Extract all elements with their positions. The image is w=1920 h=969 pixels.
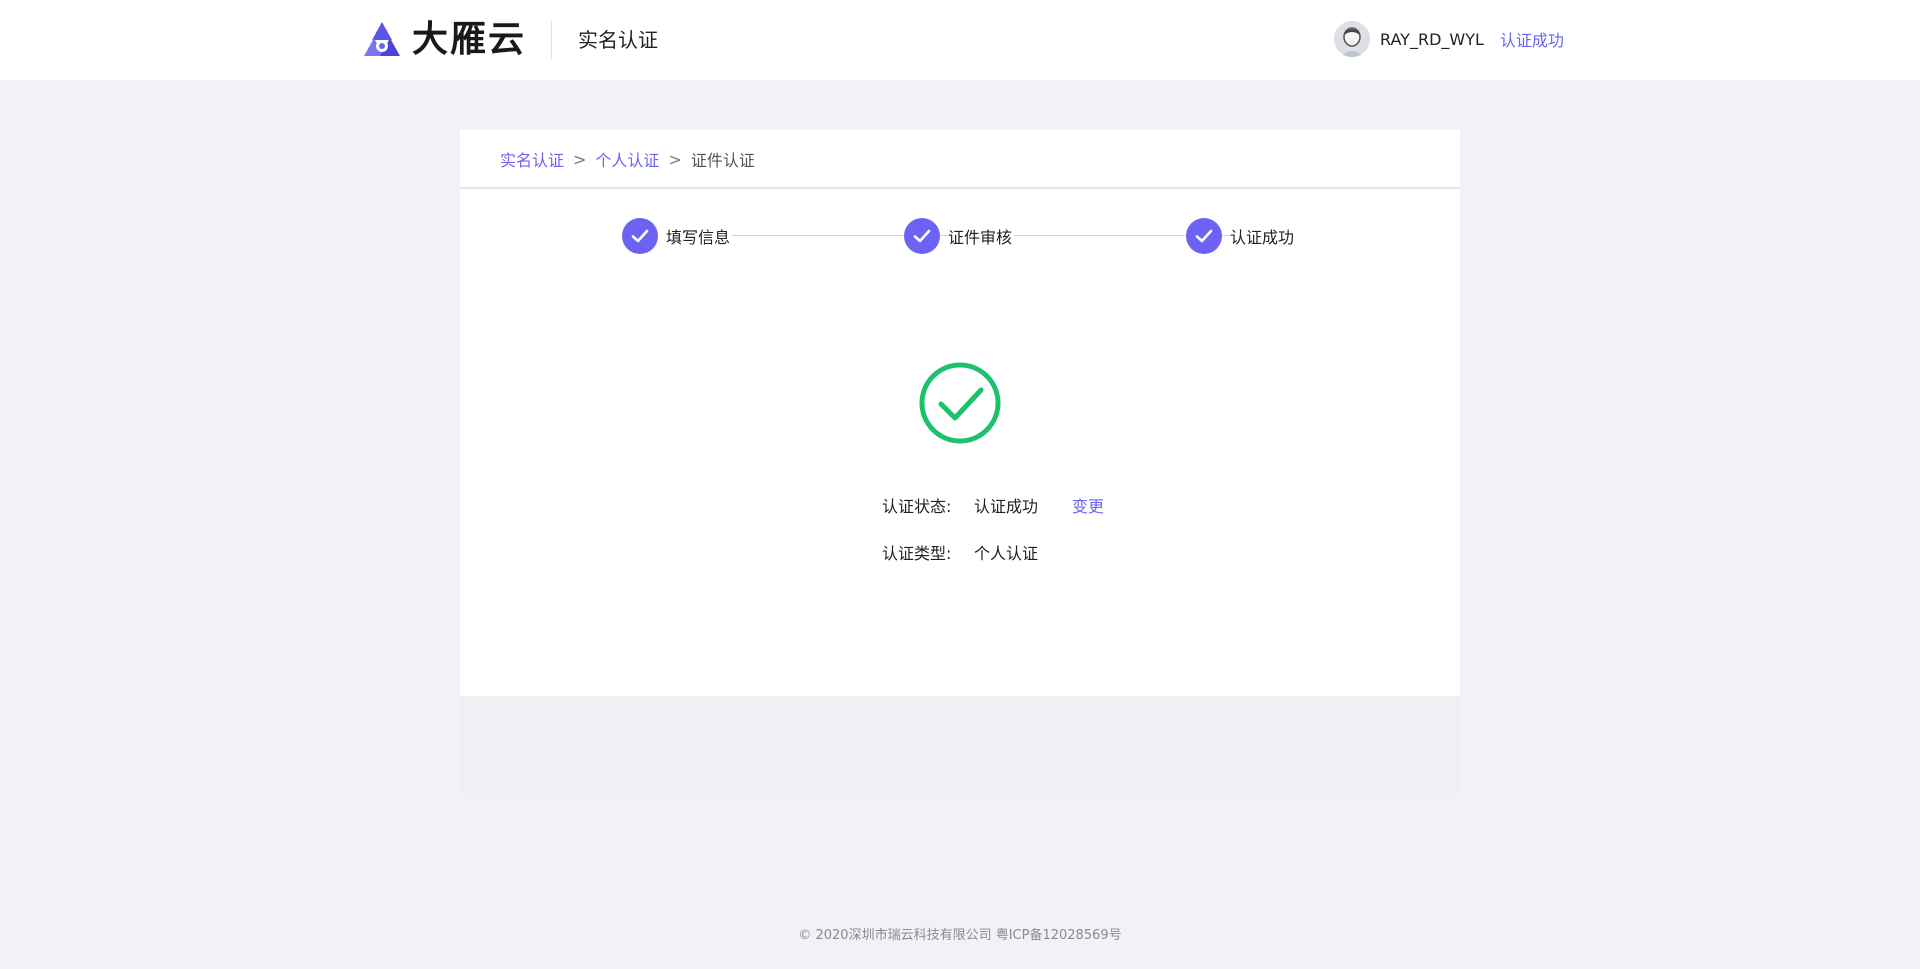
brand-name: 大雁云 — [412, 19, 527, 60]
auth-type-label: 认证类型: — [882, 544, 952, 563]
step-review: 证件审核 — [904, 218, 1015, 254]
brand-logo-icon — [364, 22, 400, 56]
auth-status-value: 认证成功 — [974, 497, 1039, 516]
step-success: 认证成功 — [1186, 218, 1297, 254]
brand-logo[interactable]: 大雁云 — [360, 18, 526, 62]
breadcrumb-current: 证件认证 — [690, 151, 755, 170]
card-divider — [460, 187, 1460, 189]
change-button[interactable]: 变更 — [1072, 493, 1104, 517]
check-icon — [913, 229, 931, 243]
footer-copyright: © 2020深圳市瑞云科技有限公司 粤ICP备12028569号 — [798, 928, 1122, 943]
breadcrumb-separator: > — [573, 149, 587, 169]
check-icon — [631, 229, 649, 243]
verification-card: 实名认证 > 个人认证 > 证件认证 填写信息 证件审核 认证成功 认证状态: … — [460, 130, 1460, 696]
step-done-circle — [622, 218, 658, 254]
step-done-circle — [904, 218, 940, 254]
top-header: 大雁云 实名认证 RAY_RD_WYL 认证成功 — [0, 0, 1920, 80]
step-label: 证件审核 — [948, 224, 1015, 248]
auth-status-link[interactable]: 认证成功 — [1500, 27, 1564, 51]
user-area: RAY_RD_WYL 认证成功 — [1334, 20, 1564, 58]
auth-type-value: 个人认证 — [974, 544, 1039, 563]
step-label: 填写信息 — [666, 224, 733, 248]
breadcrumb-separator: > — [668, 149, 682, 169]
check-icon — [1195, 229, 1213, 243]
auth-type-row: 认证类型: 个人认证 — [882, 541, 1038, 563]
card-bottom-shade — [460, 696, 1460, 794]
breadcrumb-item-personal[interactable]: 个人认证 — [595, 147, 659, 171]
page-title: 实名认证 — [578, 28, 658, 52]
step-fill-info: 填写信息 — [622, 218, 733, 254]
avatar[interactable] — [1334, 21, 1370, 57]
auth-status-label: 认证状态: — [882, 497, 952, 516]
success-check-circle-icon — [919, 362, 1001, 444]
breadcrumb: 实名认证 > 个人认证 > 证件认证 — [500, 147, 755, 171]
header-divider — [551, 20, 552, 60]
username[interactable]: RAY_RD_WYL — [1380, 30, 1484, 49]
breadcrumb-item-real-name[interactable]: 实名认证 — [500, 147, 564, 171]
auth-status-row: 认证状态: 认证成功 变更 — [882, 494, 1104, 516]
step-label: 认证成功 — [1230, 224, 1297, 248]
step-done-circle — [1186, 218, 1222, 254]
